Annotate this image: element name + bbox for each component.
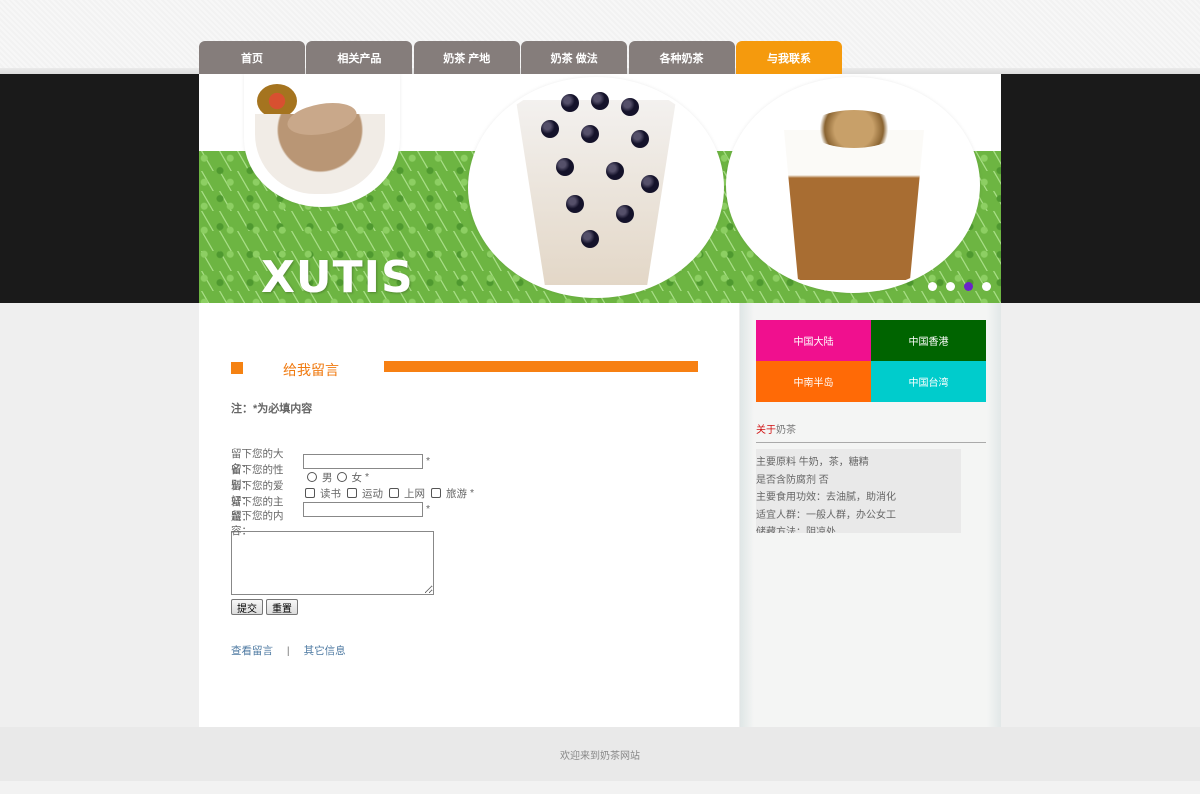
hobby-reading-checkbox[interactable] (305, 488, 315, 498)
slider-dot[interactable] (928, 282, 937, 291)
link-separator: | (286, 645, 290, 657)
gender-female-label: 女 (351, 471, 363, 484)
gender-male-radio[interactable] (307, 472, 317, 482)
nav-item-origin[interactable]: 奶茶 产地 (413, 41, 520, 74)
gender-female-radio[interactable] (336, 472, 347, 482)
banner-logo-text: XUTIS (261, 252, 414, 303)
nav-item-recipes[interactable]: 奶茶 做法 (521, 41, 628, 74)
nav-item-varieties[interactable]: 各种奶茶 (628, 41, 735, 74)
region-hong-kong[interactable]: 中国香港 (871, 320, 986, 361)
banner-image-milk-tea-cup (729, 80, 977, 290)
gender-male-label: 男 (322, 471, 333, 484)
form-buttons: 提交 重置 (231, 599, 474, 615)
footer-text: 欢迎来到奶茶网站 (560, 750, 640, 762)
reset-button[interactable]: 重置 (266, 599, 298, 615)
hobby-travel-label: 旅游 (446, 487, 467, 500)
footer-bottom-strip (0, 781, 1200, 794)
other-info-link[interactable]: 其它信息 (304, 645, 346, 657)
nav-item-home[interactable]: 首页 (199, 41, 305, 74)
slider-dots (928, 282, 991, 291)
nav-item-contact[interactable]: 与我联系 (735, 41, 842, 74)
hobby-internet-checkbox[interactable] (389, 488, 399, 498)
banner-image-bubble-tea (471, 80, 721, 295)
hobby-internet-label: 上网 (404, 487, 425, 500)
square-bullet-icon (231, 362, 243, 374)
required-mark: * (426, 455, 431, 467)
footer: 欢迎来到奶茶网站 (0, 727, 1200, 781)
content-row: 留下您的内容： (231, 510, 474, 537)
view-messages-link[interactable]: 查看留言 (231, 645, 273, 657)
sidebar: 中国大陆 中国香港 中南半岛 中国台湾 关于奶茶 主要原料 牛奶，茶，糖精 是否… (740, 303, 1001, 727)
name-input[interactable] (303, 453, 423, 469)
banner-image-bowl (247, 74, 397, 204)
required-mark: * (426, 503, 431, 515)
about-scroll-box[interactable]: 主要原料 牛奶，茶，糖精 是否含防腐剂 否 主要食用功效：去油腻，助消化 适宜人… (756, 449, 961, 533)
slider-dot[interactable] (946, 282, 955, 291)
hero-banner: XUTIS (199, 74, 1001, 303)
required-mark: * (470, 487, 475, 499)
message-form: 留下您的大名： * 留下您的性别： 男 女 * 留下您的爱好： 读书 运动 上网… (231, 448, 475, 615)
about-title-suffix: 奶茶 (776, 425, 796, 436)
about-line: 储藏方法：阴凉处 (756, 527, 836, 533)
nav-item-products[interactable]: 相关产品 (306, 41, 413, 74)
hobby-sports-checkbox[interactable] (347, 488, 357, 498)
region-mainland-china[interactable]: 中国大陆 (756, 320, 871, 361)
section-heading: 给我留言 (231, 358, 698, 379)
about-line: 主要食用功效：去油腻，助消化 (756, 492, 896, 503)
slider-dot[interactable] (982, 282, 991, 291)
required-note: 注：*为必填内容 (231, 403, 313, 415)
slider-dot-active[interactable] (964, 282, 973, 291)
message-panel: 给我留言 注：*为必填内容 留下您的大名： * 留下您的性别： 男 女 * 留下… (199, 303, 739, 727)
region-taiwan[interactable]: 中国台湾 (871, 361, 986, 402)
heading-bar (384, 361, 698, 372)
about-line: 适宜人群：一般人群，办公女工 (756, 509, 896, 521)
required-mark: * (365, 471, 370, 483)
content-textarea[interactable] (231, 531, 434, 595)
about-title-prefix: 关于 (756, 425, 776, 436)
submit-button[interactable]: 提交 (231, 599, 263, 615)
region-indochina[interactable]: 中南半岛 (756, 361, 871, 402)
content-label: 留下您的内容： (231, 510, 284, 537)
subject-input[interactable] (303, 501, 423, 517)
about-title: 关于奶茶 (756, 421, 986, 443)
hobby-travel-checkbox[interactable] (431, 488, 441, 498)
about-line: 是否含防腐剂 否 (756, 474, 829, 486)
main-nav: 首页 相关产品 奶茶 产地 奶茶 做法 各种奶茶 与我联系 (199, 41, 843, 74)
hobby-sports-label: 运动 (362, 487, 383, 500)
about-line: 主要原料 牛奶，茶，糖精 (756, 457, 869, 468)
hobby-reading-label: 读书 (320, 487, 341, 500)
message-links: 查看留言 | 其它信息 (231, 643, 346, 658)
region-grid: 中国大陆 中国香港 中南半岛 中国台湾 (756, 320, 986, 402)
section-title: 给我留言 (283, 363, 339, 379)
